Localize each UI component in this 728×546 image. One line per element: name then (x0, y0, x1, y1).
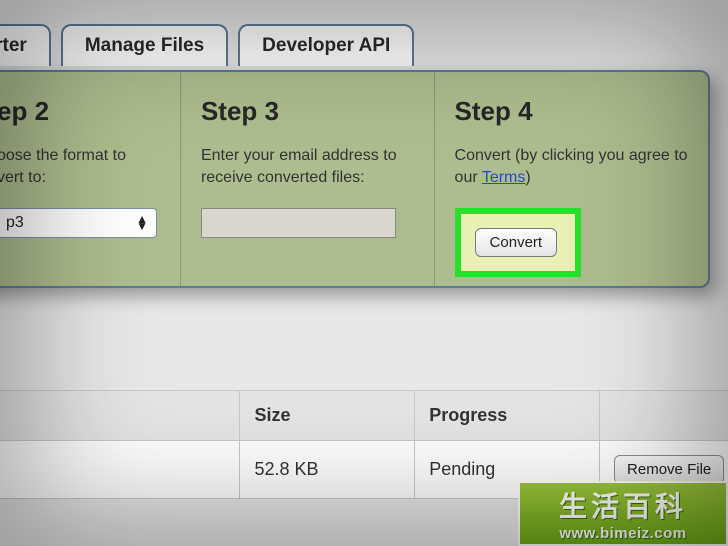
cell-filename (0, 441, 240, 499)
table-header-action (600, 391, 728, 441)
step-2-desc: oose the format to vert to: (0, 145, 160, 188)
convert-highlight: Convert (455, 208, 582, 277)
email-input[interactable] (201, 208, 396, 238)
watermark: 生活百科 www.bimeiz.com (518, 481, 728, 546)
format-select[interactable]: p3 ▲▼ (0, 208, 157, 238)
step-3-title: Step 3 (201, 96, 414, 127)
step-3: Step 3 Enter your email address to recei… (181, 72, 435, 286)
convert-button[interactable]: Convert (475, 228, 558, 257)
step-4-title: Step 4 (455, 96, 688, 127)
tab-bar: verter Manage Files Developer API (0, 24, 414, 66)
tab-manage-files[interactable]: Manage Files (61, 24, 228, 66)
step-2-title: ep 2 (0, 96, 160, 127)
chevron-updown-icon: ▲▼ (136, 216, 148, 230)
step-4-desc: Convert (by clicking you agree to our Te… (455, 145, 688, 188)
step-2: ep 2 oose the format to vert to: p3 ▲▼ (0, 72, 181, 286)
watermark-cn: 生活百科 (559, 485, 687, 525)
table-header-blank (0, 391, 240, 441)
terms-link[interactable]: Terms (482, 169, 526, 186)
table-header-progress: Progress (415, 391, 600, 441)
step-3-desc: Enter your email address to receive conv… (201, 145, 414, 188)
table-header-size: Size (240, 391, 415, 441)
steps-panel: ep 2 oose the format to vert to: p3 ▲▼ S… (0, 70, 710, 288)
watermark-url: www.bimeiz.com (559, 525, 686, 542)
tab-converter[interactable]: verter (0, 24, 51, 66)
cell-size: 52.8 KB (240, 441, 415, 499)
format-select-value: p3 (6, 214, 24, 232)
tab-developer-api[interactable]: Developer API (238, 24, 414, 66)
remove-file-button[interactable]: Remove File (614, 455, 724, 484)
step-4: Step 4 Convert (by clicking you agree to… (435, 72, 708, 286)
